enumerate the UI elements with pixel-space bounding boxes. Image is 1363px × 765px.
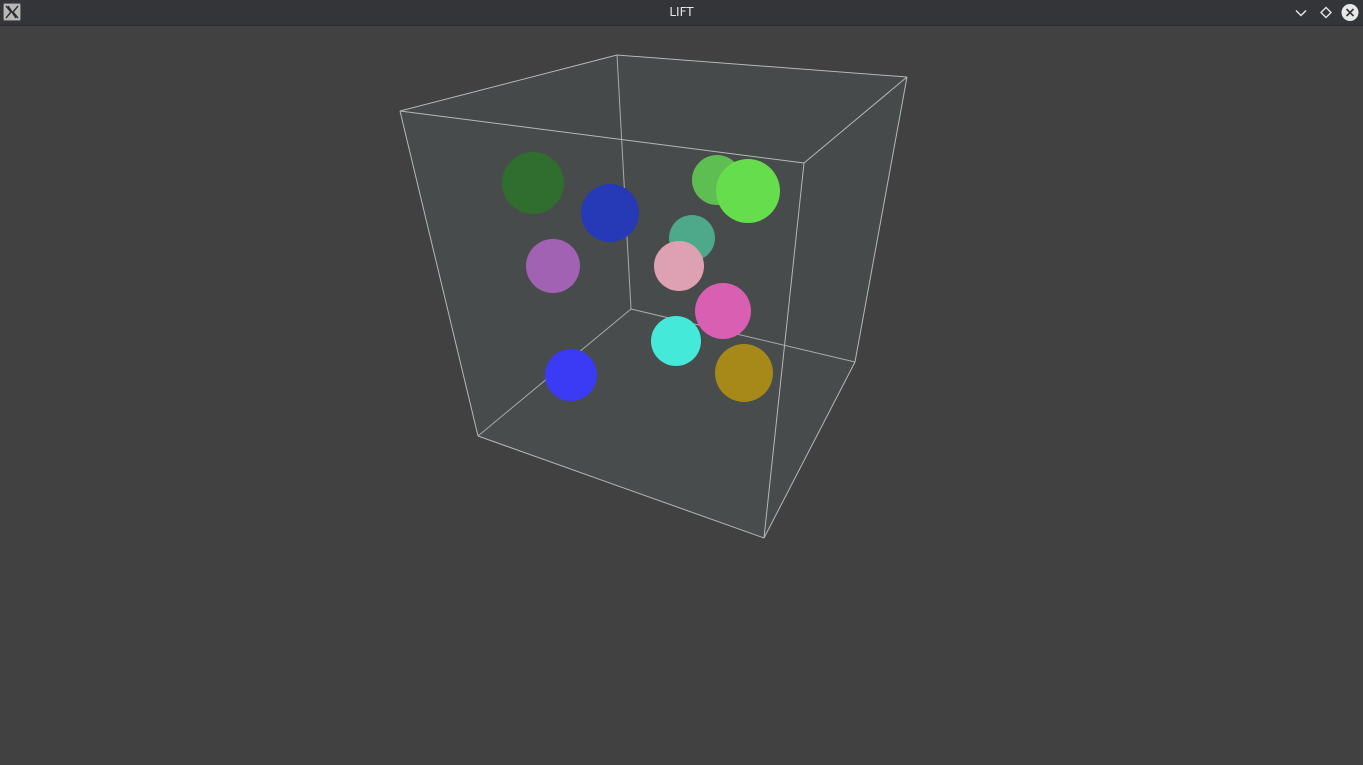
close-circle-icon bbox=[1341, 4, 1359, 21]
sphere[interactable] bbox=[651, 316, 701, 366]
application-window: LIFT bbox=[0, 0, 1363, 765]
sphere[interactable] bbox=[715, 344, 773, 402]
diamond-icon bbox=[1320, 6, 1332, 19]
sphere[interactable] bbox=[545, 349, 597, 401]
box-faces bbox=[400, 55, 907, 538]
close-button[interactable] bbox=[1340, 3, 1360, 23]
sphere[interactable] bbox=[581, 184, 639, 242]
chevron-down-icon bbox=[1295, 9, 1307, 17]
maximize-button[interactable] bbox=[1316, 3, 1336, 23]
sphere[interactable] bbox=[654, 241, 704, 291]
sphere[interactable] bbox=[502, 152, 564, 214]
title-bar[interactable]: LIFT bbox=[0, 0, 1363, 26]
scene-canvas[interactable] bbox=[0, 26, 1363, 765]
x11-app-icon[interactable] bbox=[3, 3, 21, 21]
minimize-button[interactable] bbox=[1291, 3, 1311, 23]
sphere[interactable] bbox=[716, 159, 780, 223]
sphere[interactable] bbox=[695, 283, 751, 339]
sphere[interactable] bbox=[526, 239, 580, 293]
window-title: LIFT bbox=[669, 5, 694, 19]
3d-viewport[interactable] bbox=[0, 26, 1363, 765]
